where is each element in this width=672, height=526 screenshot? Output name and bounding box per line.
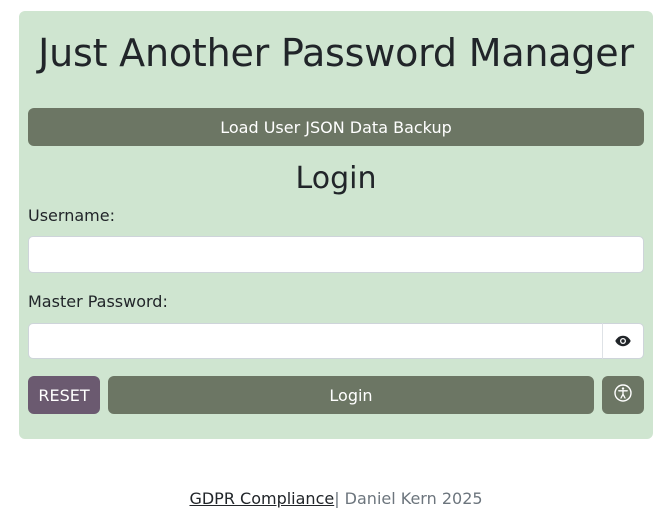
login-heading: Login (295, 161, 377, 196)
footer: GDPR Compliance| Daniel Kern 2025 (0, 488, 672, 510)
username-label: Username: (28, 206, 115, 225)
load-backup-button[interactable]: Load User JSON Data Backup (28, 108, 644, 146)
footer-credit: | Daniel Kern 2025 (334, 489, 483, 508)
master-password-input[interactable] (28, 323, 603, 359)
accessibility-icon (614, 384, 632, 406)
app-title: Just Another Password Manager (38, 31, 634, 75)
gdpr-compliance-link[interactable]: GDPR Compliance (189, 489, 334, 508)
master-password-label: Master Password: (28, 292, 168, 311)
login-button[interactable]: Login (108, 376, 594, 414)
eye-icon (615, 332, 631, 351)
login-card: Just Another Password Manager Load User … (19, 11, 653, 439)
username-input[interactable] (28, 236, 644, 273)
accessibility-button[interactable] (602, 376, 644, 414)
reset-button[interactable]: RESET (28, 376, 100, 414)
toggle-password-visibility-button[interactable] (602, 323, 644, 359)
